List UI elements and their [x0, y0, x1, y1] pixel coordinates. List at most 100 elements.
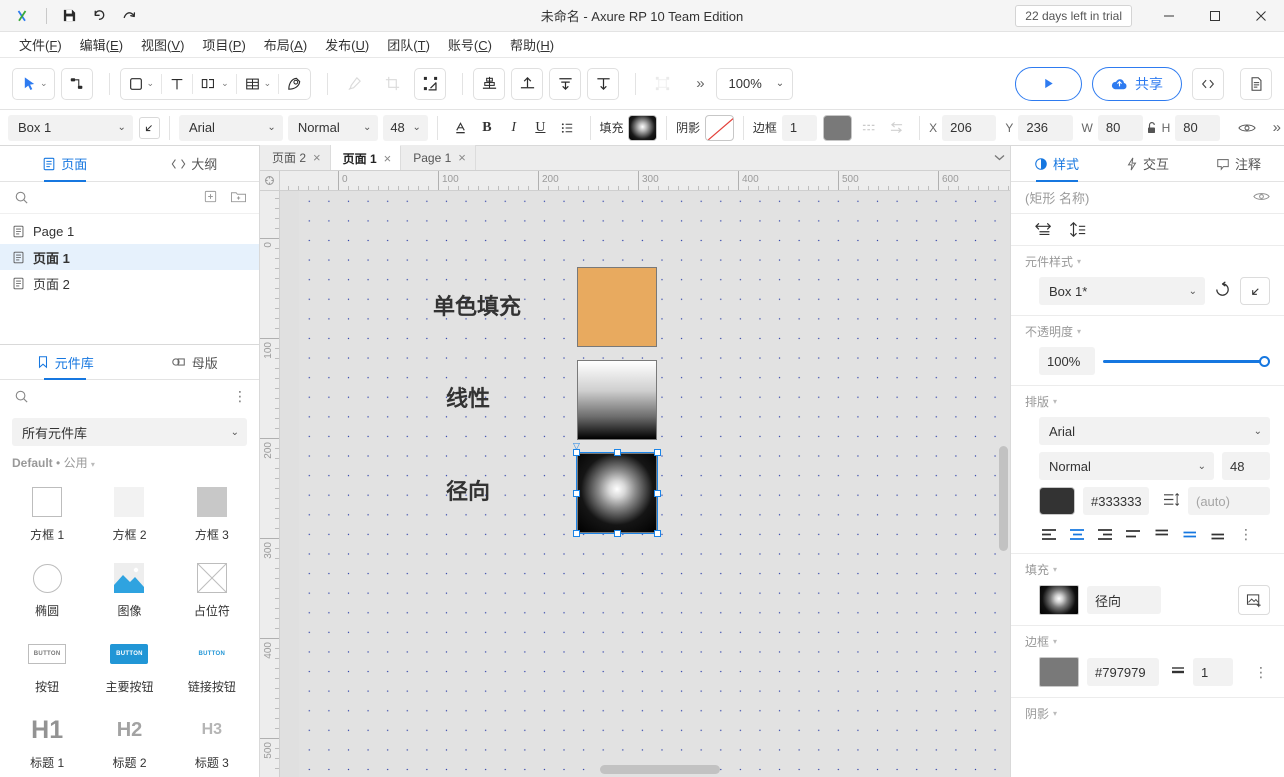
typography-font-weight[interactable]: Normal ⌄: [1039, 452, 1214, 480]
chevron-down-icon[interactable]: ▾: [1053, 709, 1057, 718]
border-color-swatch[interactable]: [822, 114, 852, 141]
section-opacity-title[interactable]: 不透明度 ▾: [1025, 323, 1270, 340]
resize-handle-n[interactable]: [613, 449, 621, 456]
save-icon[interactable]: [55, 4, 83, 28]
widget-link-button[interactable]: BUTTON 链接按钮: [171, 631, 253, 701]
underline-button[interactable]: U: [527, 115, 554, 141]
resize-handle-w[interactable]: [573, 489, 580, 497]
align-right-icon[interactable]: [1097, 525, 1115, 543]
trial-badge[interactable]: 22 days left in trial: [1015, 4, 1132, 27]
tab-masters[interactable]: 母版: [130, 345, 260, 379]
border-color-swatch[interactable]: [1039, 657, 1079, 687]
ruler-origin-button[interactable]: [260, 171, 280, 191]
h-field[interactable]: 80: [1175, 114, 1220, 141]
resize-handle-e[interactable]: [654, 489, 661, 497]
crop-tool[interactable]: [376, 67, 409, 100]
border-width-field[interactable]: 1: [1193, 658, 1233, 686]
y-field[interactable]: 236: [1018, 114, 1073, 141]
widget-box1[interactable]: 方框 1: [6, 479, 88, 549]
list-button[interactable]: [554, 115, 581, 141]
widget-style-dropdown[interactable]: Box 1* ⌄: [1039, 277, 1205, 305]
library-selector[interactable]: 所有元件库 ⌄: [12, 418, 247, 446]
fill-swatch[interactable]: [628, 114, 658, 141]
align-left-icon[interactable]: [1041, 525, 1059, 543]
canvas-vertical-scrollbar[interactable]: [999, 446, 1008, 551]
font-family-selector[interactable]: Arial ⌄: [178, 114, 283, 141]
valign-top-icon[interactable]: [1153, 525, 1171, 543]
x-field[interactable]: 206: [942, 114, 997, 141]
widget-heading3[interactable]: H3 标题 3: [171, 707, 253, 777]
menu-edit[interactable]: 编辑(E): [71, 32, 132, 57]
chevron-down-icon[interactable]: ⌄: [221, 78, 229, 89]
chevron-down-icon[interactable]: ▾: [1077, 327, 1081, 336]
doc-tab-yemian1[interactable]: 页面 1 ×: [330, 145, 402, 170]
notes-panel-button[interactable]: [1240, 67, 1272, 100]
font-weight-selector[interactable]: Normal ⌄: [287, 114, 379, 141]
line-height-field[interactable]: (auto): [1188, 487, 1270, 515]
design-canvas[interactable]: 单色填充 线性 径向 ▽: [280, 191, 1010, 777]
widget-heading1[interactable]: H1 标题 1: [6, 707, 88, 777]
doc-tab-yemian2[interactable]: 页面 2 ×: [260, 145, 331, 170]
chevron-down-icon[interactable]: ⌄: [363, 122, 371, 133]
search-icon[interactable]: [12, 189, 30, 207]
close-icon[interactable]: ×: [384, 151, 392, 166]
fill-type-field[interactable]: 径向: [1087, 586, 1161, 614]
resize-handle-se[interactable]: [654, 530, 661, 537]
distribute-h-tool[interactable]: [549, 67, 582, 100]
chevron-down-icon[interactable]: ⌄: [776, 78, 784, 89]
border-more-icon[interactable]: ⋮: [1254, 665, 1268, 679]
axure-logo-icon[interactable]: [10, 4, 38, 28]
widget-name-row[interactable]: (矩形 名称): [1011, 182, 1284, 214]
shadow-swatch[interactable]: [705, 114, 734, 141]
chevron-down-icon[interactable]: ⌄: [1254, 426, 1262, 437]
widget-visibility-eye-icon[interactable]: [1253, 190, 1270, 205]
close-icon[interactable]: ×: [458, 150, 466, 165]
section-widget-style-title[interactable]: 元件样式 ▾: [1025, 253, 1270, 270]
widget-image[interactable]: 图像: [88, 555, 170, 625]
chevron-down-icon[interactable]: ▾: [1053, 637, 1057, 646]
chevron-down-icon[interactable]: ⌄: [1198, 461, 1206, 472]
widget-ellipse[interactable]: 椭圆: [6, 555, 88, 625]
update-style-icon[interactable]: [1213, 280, 1232, 302]
redo-icon[interactable]: [115, 4, 143, 28]
widget-primary-button[interactable]: BUTTON 主要按钮: [88, 631, 170, 701]
zoom-selector[interactable]: 100% ⌄: [715, 67, 794, 100]
border-style-icon[interactable]: [857, 115, 884, 141]
bold-button[interactable]: B: [474, 115, 501, 141]
close-icon[interactable]: ×: [313, 150, 321, 165]
horizontal-ruler[interactable]: 0 100 200 300 400 500 600: [260, 171, 1010, 191]
menu-team[interactable]: 团队(T): [378, 32, 439, 57]
section-shadow-title[interactable]: 阴影 ▾: [1025, 705, 1270, 722]
select-tool[interactable]: ⌄: [12, 67, 55, 100]
resize-handle-s[interactable]: [613, 530, 621, 537]
doc-tab-page1[interactable]: Page 1 ×: [401, 145, 476, 170]
opacity-slider[interactable]: [1103, 347, 1270, 375]
italic-button[interactable]: I: [500, 115, 527, 141]
widget-style-selector[interactable]: Box 1 ⌄: [8, 114, 133, 141]
style-apply-icon[interactable]: [138, 116, 160, 139]
font-size-selector[interactable]: 48 ⌄: [383, 114, 428, 141]
table-tool[interactable]: ⌄: [237, 69, 279, 99]
text-tool[interactable]: [162, 69, 192, 99]
solid-fill-label[interactable]: 单色填充: [433, 289, 521, 321]
chevron-down-icon[interactable]: ▾: [1053, 565, 1057, 574]
widget-box2[interactable]: 方框 2: [88, 479, 170, 549]
tab-widget-library[interactable]: 元件库: [0, 345, 130, 379]
solid-fill-box[interactable]: [577, 267, 657, 347]
chevron-down-icon[interactable]: ⌄: [40, 78, 48, 89]
border-width-field[interactable]: 1: [781, 114, 817, 141]
eyedropper-tool[interactable]: [338, 67, 371, 100]
propbar-overflow-button[interactable]: »: [1261, 119, 1284, 136]
radial-gradient-label[interactable]: 径向: [446, 474, 490, 506]
menu-file[interactable]: 文件(F): [10, 32, 71, 57]
pen-tool[interactable]: [279, 69, 310, 99]
vertical-resize-icon[interactable]: [1069, 221, 1087, 239]
maximize-icon[interactable]: [1192, 0, 1238, 32]
lock-aspect-icon[interactable]: [1143, 115, 1162, 141]
line-height-icon[interactable]: [1163, 492, 1180, 510]
preview-button[interactable]: [1015, 66, 1082, 101]
section-typography-title[interactable]: 排版 ▾: [1025, 393, 1270, 410]
align-left-tool[interactable]: [473, 67, 506, 100]
resize-handle-sw[interactable]: [573, 530, 580, 537]
menu-view[interactable]: 视图(V): [132, 32, 193, 57]
